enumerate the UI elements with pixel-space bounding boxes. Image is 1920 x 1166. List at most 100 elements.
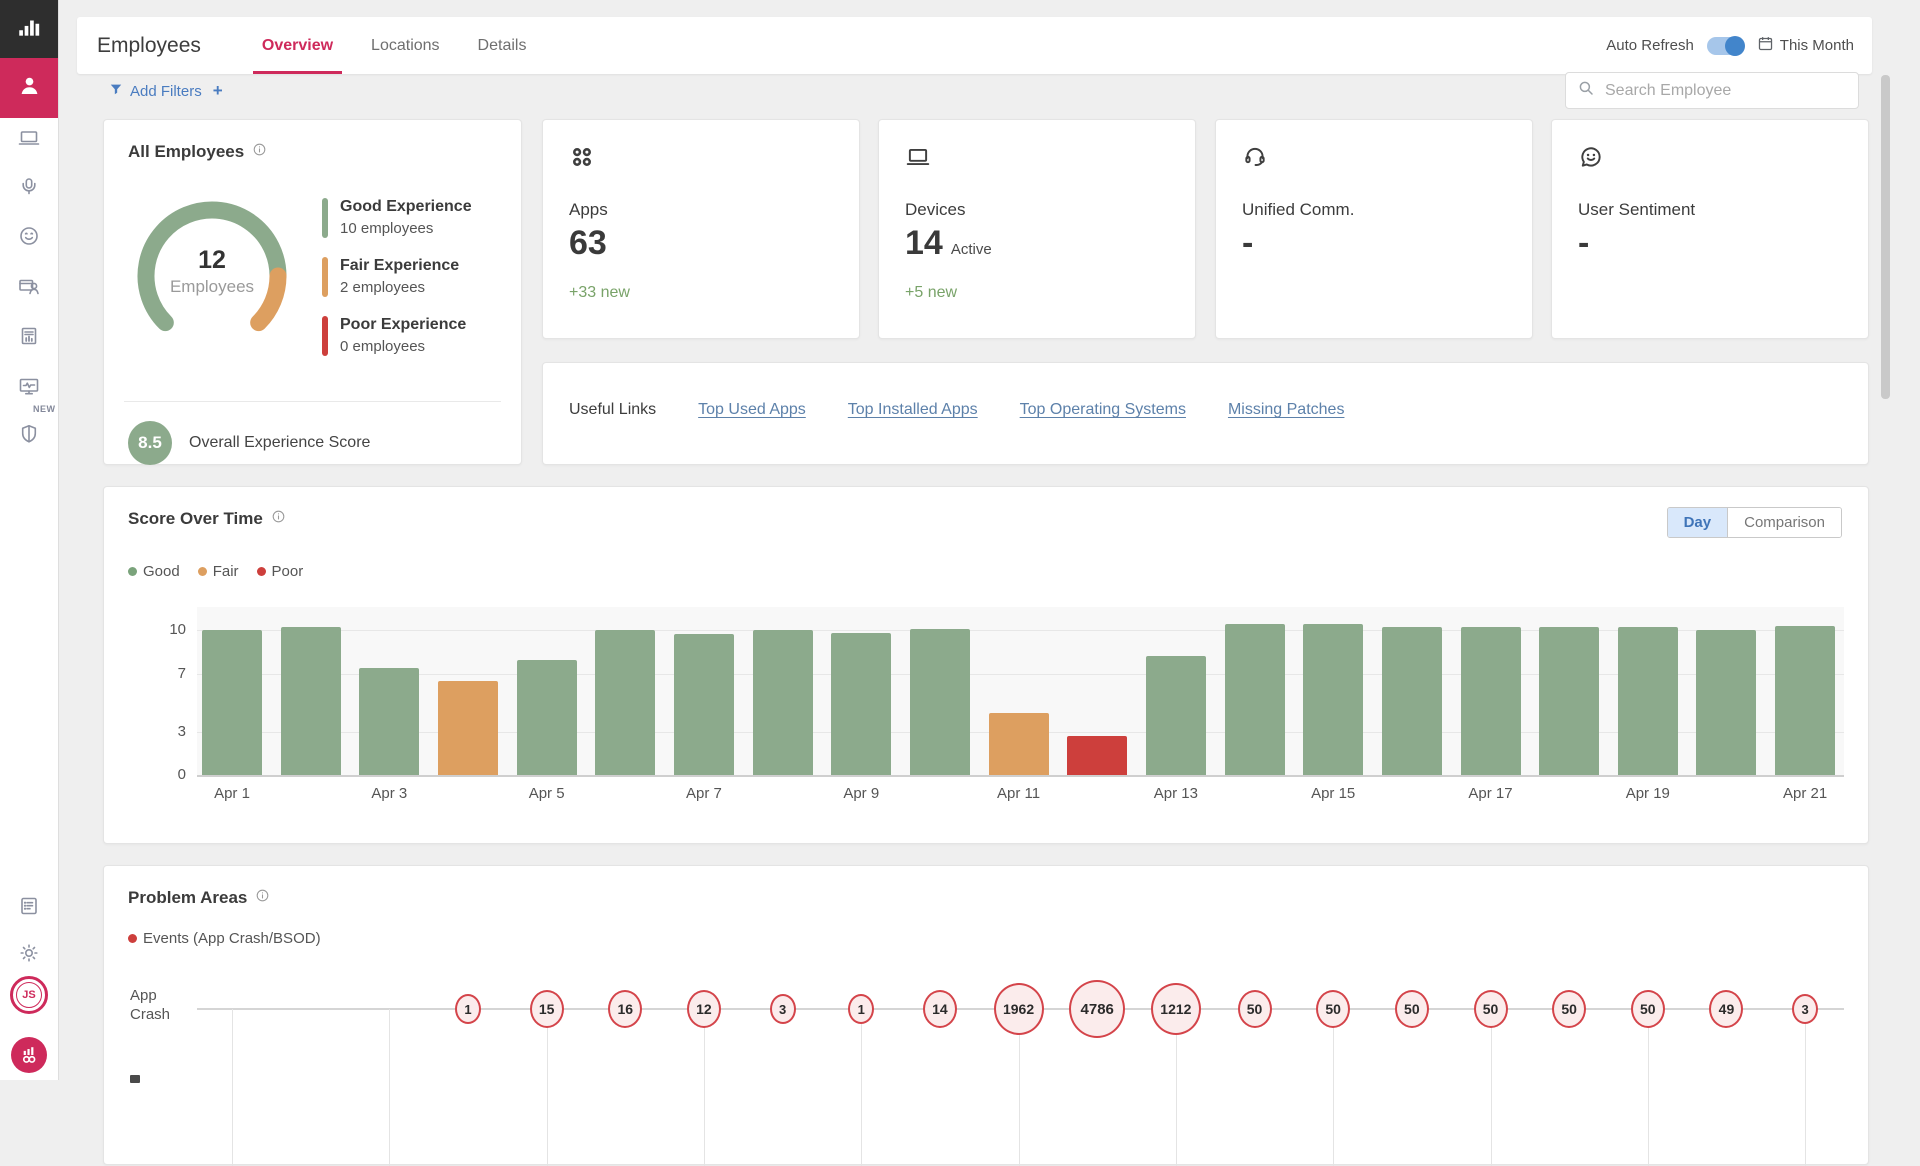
bar-apr-2: [281, 627, 341, 775]
tab-details[interactable]: Details: [475, 17, 530, 74]
event-bubble-apr-10[interactable]: 14: [923, 990, 957, 1028]
event-bubble-apr-7[interactable]: 12: [687, 990, 721, 1028]
legend-color-bar: [322, 316, 328, 356]
laptop-icon: [905, 144, 931, 175]
monitor-pulse-icon: [17, 374, 41, 403]
avatar: JS: [10, 976, 48, 1014]
vertical-scrollbar[interactable]: [1881, 75, 1890, 399]
all-employees-card: All Employees 12 Employees Good Experien…: [103, 119, 522, 465]
event-bubble-apr-17[interactable]: 50: [1474, 990, 1508, 1028]
tab-overview[interactable]: Overview: [259, 17, 336, 74]
useful-link-missing-patches[interactable]: Missing Patches: [1228, 401, 1345, 419]
useful-link-top-operating-systems[interactable]: Top Operating Systems: [1020, 401, 1186, 419]
legend-title: Poor Experience: [340, 316, 466, 334]
user-avatar[interactable]: JS: [0, 976, 58, 1014]
x-axis-label: Apr 7: [659, 785, 749, 802]
stat-value: 63: [569, 224, 607, 263]
column-gridline: [389, 1009, 390, 1166]
event-bubble-apr-6[interactable]: 16: [608, 990, 642, 1028]
microphone-icon: [17, 174, 41, 203]
overall-score-row: 8.5 Overall Experience Score: [128, 421, 370, 465]
event-bubble-apr-12[interactable]: 4786: [1069, 980, 1125, 1038]
stat-value-row: 63: [569, 224, 607, 263]
sidebar-item-security[interactable]: [0, 414, 58, 458]
sidebar-item-devices[interactable]: [0, 118, 58, 162]
event-bubble-apr-15[interactable]: 50: [1316, 990, 1350, 1028]
legend-text: Fair Experience2 employees: [340, 257, 459, 297]
column-gridline: [704, 1009, 705, 1166]
sidebar-item-settings[interactable]: [0, 933, 58, 977]
event-bubble-apr-5[interactable]: 15: [530, 990, 564, 1028]
bar-apr-20: [1696, 630, 1756, 775]
person-icon: [16, 72, 43, 104]
calendar-icon: [1757, 35, 1774, 57]
sidebar-item-employees[interactable]: [0, 58, 58, 118]
column-gridline: [547, 1009, 548, 1166]
column-gridline: [1648, 1009, 1649, 1166]
event-bubble-apr-14[interactable]: 50: [1238, 990, 1272, 1028]
auto-refresh-toggle[interactable]: [1707, 37, 1744, 55]
search-input[interactable]: [1603, 81, 1847, 101]
info-icon[interactable]: [252, 142, 267, 162]
stat-value: -: [1578, 224, 1589, 263]
score-over-time-card: Score Over Time Day Comparison GoodFairP…: [103, 486, 1869, 844]
brand-logo[interactable]: [0, 1037, 58, 1073]
event-bubble-apr-13[interactable]: 1212: [1151, 983, 1201, 1035]
gauge-legend-item: Fair Experience2 employees: [322, 257, 472, 297]
stat-label: Unified Comm.: [1242, 200, 1354, 220]
apps-grid-icon: [569, 144, 595, 175]
y-axis-tick-7: 7: [142, 665, 186, 682]
x-axis-label: Apr 17: [1446, 785, 1536, 802]
header-controls: Auto Refresh This Month: [1606, 35, 1872, 57]
bar-apr-3: [359, 668, 419, 775]
event-bubble-apr-16[interactable]: 50: [1395, 990, 1429, 1028]
info-icon[interactable]: [255, 888, 270, 908]
tab-locations[interactable]: Locations: [368, 17, 443, 74]
brand-logo-icon: [11, 1037, 47, 1073]
x-axis-baseline: [197, 775, 1844, 777]
user-card-icon: [17, 274, 41, 303]
sidebar: NEW JS: [0, 0, 59, 1080]
column-gridline: [861, 1009, 862, 1166]
legend-subtitle: 10 employees: [340, 220, 472, 237]
x-axis-label: Apr 3: [344, 785, 434, 802]
app-crash-row-label: App Crash: [130, 986, 170, 1024]
bar-apr-18: [1539, 627, 1599, 775]
event-bubble-apr-18[interactable]: 50: [1552, 990, 1586, 1028]
x-axis-label: Apr 21: [1760, 785, 1850, 802]
sidebar-item-unified-comm[interactable]: [0, 166, 58, 210]
sidebar-item-reports[interactable]: [0, 316, 58, 360]
sidebar-item-dashboard[interactable]: [0, 0, 58, 58]
event-bubble-apr-19[interactable]: 50: [1631, 990, 1665, 1028]
event-bubble-apr-8[interactable]: 3: [770, 994, 796, 1024]
bar-apr-19: [1618, 627, 1678, 775]
bar-apr-8: [753, 630, 813, 775]
auto-refresh-label: Auto Refresh: [1606, 37, 1694, 54]
stat-card-unified-comm: Unified Comm. -: [1215, 119, 1533, 339]
gauge-legend-item: Good Experience10 employees: [322, 198, 472, 238]
event-bubble-apr-21[interactable]: 3: [1792, 994, 1818, 1024]
gauge-legend-item: Poor Experience0 employees: [322, 316, 472, 356]
stat-value: -: [1242, 224, 1253, 263]
sidebar-item-sentiment[interactable]: [0, 216, 58, 260]
bar-apr-9: [831, 633, 891, 775]
sidebar-item-notes[interactable]: [0, 886, 58, 930]
smiley-icon: [17, 224, 41, 253]
event-bubble-apr-20[interactable]: 49: [1709, 990, 1743, 1028]
useful-link-top-used-apps[interactable]: Top Used Apps: [698, 401, 806, 419]
event-bubble-apr-9[interactable]: 1: [848, 994, 874, 1024]
stat-value-row: -: [1578, 224, 1589, 263]
bar-apr-17: [1461, 627, 1521, 775]
event-bubble-apr-4[interactable]: 1: [455, 994, 481, 1024]
stat-value-row: -: [1242, 224, 1253, 263]
problem-areas-title: Problem Areas: [128, 888, 270, 908]
sidebar-item-employee-search[interactable]: [0, 266, 58, 310]
period-selector[interactable]: This Month: [1757, 35, 1854, 57]
add-filters-button[interactable]: Add Filters +: [109, 81, 223, 101]
tab-bar: Overview Locations Details: [243, 17, 546, 74]
useful-link-top-installed-apps[interactable]: Top Installed Apps: [848, 401, 978, 419]
column-gridline: [1333, 1009, 1334, 1166]
all-employees-title-text: All Employees: [128, 142, 244, 162]
bar-apr-12: [1067, 736, 1127, 775]
event-bubble-apr-11[interactable]: 1962: [994, 983, 1044, 1035]
